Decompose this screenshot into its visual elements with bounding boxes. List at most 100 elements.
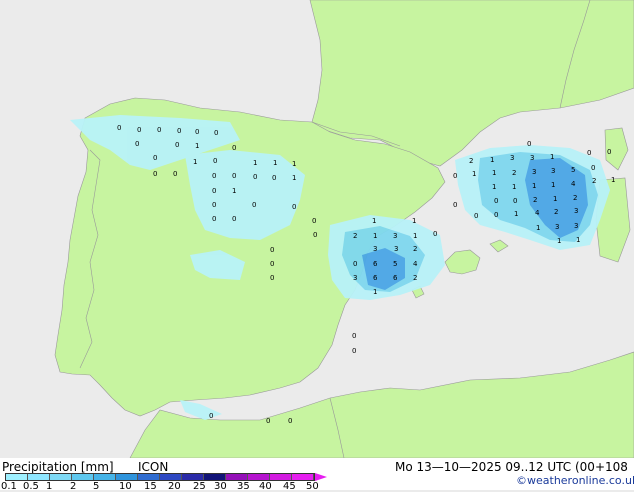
station-value: 2 — [469, 157, 473, 165]
station-value: 0 — [177, 127, 181, 135]
station-value: 0 — [288, 417, 292, 425]
station-value: 0 — [212, 201, 216, 209]
station-value: 0 — [353, 260, 357, 268]
scale-swatch — [270, 474, 292, 480]
station-value: 2 — [533, 196, 537, 204]
color-scale — [5, 473, 327, 481]
station-value: 1 — [292, 160, 296, 168]
station-value: 0 — [494, 197, 498, 205]
station-value: 0 — [270, 260, 274, 268]
scale-swatch — [204, 474, 226, 480]
station-value: 0 — [266, 417, 270, 425]
station-value: 1 — [553, 195, 557, 203]
station-value: 1 — [472, 170, 476, 178]
station-value: 0 — [232, 172, 236, 180]
station-value: 0 — [527, 140, 531, 148]
station-value: 0 — [117, 124, 121, 132]
scale-swatch — [248, 474, 270, 480]
station-value: 0 — [352, 347, 356, 355]
scale-tick-label: 50 — [306, 481, 319, 492]
station-value: 0 — [212, 172, 216, 180]
station-value: 0 — [270, 274, 274, 282]
legend-title: Precipitation [mm] — [2, 460, 114, 474]
station-value: 0 — [607, 148, 611, 156]
station-value: 0 — [494, 211, 498, 219]
scale-swatch — [50, 474, 72, 480]
station-value: 3 — [373, 245, 377, 253]
station-value: 0 — [252, 201, 256, 209]
station-value: 3 — [574, 207, 578, 215]
station-value: 0 — [209, 412, 213, 420]
scale-swatch — [116, 474, 138, 480]
station-value: 0 — [212, 187, 216, 195]
station-value: 0 — [292, 203, 296, 211]
station-value: 1 — [576, 236, 580, 244]
station-value: 3 — [532, 168, 536, 176]
scale-tick-label: 35 — [237, 481, 250, 492]
station-value: 3 — [551, 167, 555, 175]
station-value: 0 — [153, 170, 157, 178]
station-value: 3 — [510, 154, 514, 162]
station-value: 2 — [413, 245, 417, 253]
scale-swatch — [72, 474, 94, 480]
station-value: 3 — [394, 245, 398, 253]
scale-swatch — [138, 474, 160, 480]
station-value: 2 — [413, 274, 417, 282]
station-value: 1 — [532, 182, 536, 190]
station-value: 4 — [535, 209, 540, 217]
station-value: 0 — [175, 141, 179, 149]
station-value: 2 — [512, 169, 516, 177]
station-value: 0 — [453, 201, 457, 209]
station-value: 1 — [490, 156, 494, 164]
scale-swatch — [6, 474, 28, 480]
timestamp: Mo 13—10—2025 09..12 UTC (00+108 — [395, 460, 628, 474]
station-value: 1 — [412, 217, 416, 225]
station-value: 1 — [372, 217, 376, 225]
station-value: 0 — [232, 144, 236, 152]
station-value: 1 — [373, 288, 377, 296]
station-value: 0 — [212, 215, 216, 223]
station-value: 2 — [554, 208, 558, 216]
station-value: 1 — [512, 183, 516, 191]
station-value: 1 — [195, 142, 199, 150]
station-value: 0 — [587, 149, 591, 157]
scale-tick-label: 2 — [70, 481, 77, 492]
station-value: 0 — [474, 212, 478, 220]
scale-tick-label: 10 — [119, 481, 132, 492]
station-value: 0 — [135, 140, 139, 148]
scale-tick-label: 5 — [93, 481, 100, 492]
station-value: 3 — [530, 154, 534, 162]
station-value: 0 — [213, 157, 217, 165]
precipitation-map: 0 0 0 0 0 0 0 0 1 0 0 1 0 1 1 1 0 0 0 0 … — [0, 0, 634, 458]
station-value: 0 — [591, 164, 595, 172]
station-value: 5 — [571, 166, 575, 174]
station-value: 6 — [373, 274, 378, 282]
station-value: 0 — [272, 174, 276, 182]
scale-swatch — [182, 474, 204, 480]
station-value: 4 — [413, 260, 418, 268]
station-value: 0 — [352, 332, 356, 340]
station-value: 3 — [555, 223, 559, 231]
station-value: 0 — [153, 154, 157, 162]
station-value: 1 — [492, 183, 496, 191]
station-value: 3 — [393, 232, 397, 240]
station-value: 2 — [353, 232, 357, 240]
scale-tick-label: 30 — [214, 481, 227, 492]
station-value: 0 — [232, 215, 236, 223]
station-value: 1 — [253, 159, 257, 167]
scale-tick-label: 0.5 — [23, 481, 39, 492]
station-value: 0 — [312, 217, 316, 225]
station-value: 0 — [453, 172, 457, 180]
station-value: 0 — [433, 230, 437, 238]
scale-swatch — [226, 474, 248, 480]
scale-arrow — [315, 473, 327, 481]
scale-tick-label: 25 — [193, 481, 206, 492]
station-value: 0 — [157, 126, 161, 134]
station-value: 0 — [195, 128, 199, 136]
station-value: 2 — [592, 177, 596, 185]
station-value: 0 — [137, 126, 141, 134]
scale-tick-label: 0.1 — [1, 481, 17, 492]
station-value: 0 — [253, 173, 257, 181]
scale-tick-label: 45 — [283, 481, 296, 492]
station-value: 1 — [551, 181, 555, 189]
